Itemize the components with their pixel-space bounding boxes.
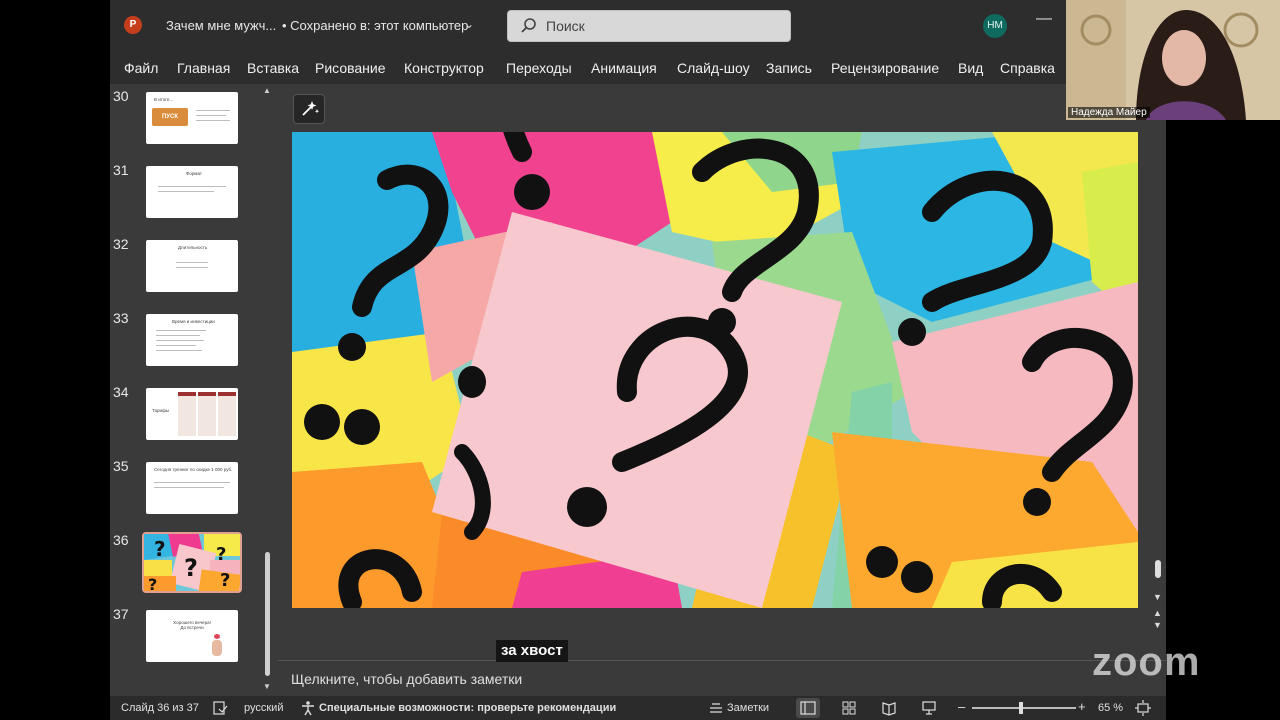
slide-number: 34: [113, 384, 129, 400]
notes-pane[interactable]: Щелкните, чтобы добавить заметки: [278, 660, 1166, 696]
next-slide-icon[interactable]: ▼: [1153, 620, 1162, 630]
slide-thumbnail-30[interactable]: В итоге... ПУСК: [146, 92, 238, 144]
slide-counter: Слайд 36 из 37: [121, 702, 199, 714]
svg-text:?: ?: [184, 554, 198, 582]
thumbnail-title: Сегодня тренинг по скидке 1 000 руб.: [154, 467, 233, 472]
zoom-logo-watermark: zoom: [1092, 640, 1201, 684]
slide-number: 30: [113, 88, 129, 104]
title-bar: P Зачем мне мужч... • Сохранено в: этот …: [110, 0, 1166, 50]
search-icon: [521, 18, 536, 33]
tab-view[interactable]: Вид: [958, 60, 983, 76]
normal-view-button[interactable]: [796, 698, 820, 718]
designer-sparkle-button[interactable]: [293, 94, 325, 124]
spell-check-icon[interactable]: [212, 700, 228, 716]
chevron-down-icon[interactable]: ⌄: [464, 17, 474, 31]
slide-number: 32: [113, 236, 129, 252]
slide-thumbnail-33[interactable]: Время и инвестиции: [146, 314, 238, 366]
accessibility-icon: [302, 701, 314, 716]
question-marks-sticky-notes-image: [292, 132, 1138, 608]
slide-thumbnail-36-selected[interactable]: ? ? ? ? ?: [142, 532, 242, 593]
sparkle-wand-icon: [302, 101, 320, 116]
participant-video-image: [1066, 0, 1280, 120]
slide-number: 31: [113, 162, 129, 178]
search-box[interactable]: [507, 10, 791, 42]
tab-help[interactable]: Справка: [1000, 60, 1055, 76]
slide-number: 37: [113, 606, 129, 622]
status-bar: Слайд 36 из 37 русский Специальные возмо…: [110, 696, 1166, 720]
tab-home[interactable]: Главная: [177, 60, 230, 76]
notes-placeholder[interactable]: Щелкните, чтобы добавить заметки: [291, 671, 522, 687]
accessibility-status[interactable]: Специальные возможности: проверьте реком…: [319, 702, 616, 714]
previous-slide-icon[interactable]: ▲: [1153, 608, 1162, 618]
minimize-icon[interactable]: —: [1036, 10, 1052, 32]
slide-canvas[interactable]: [292, 132, 1138, 608]
slideshow-icon[interactable]: [921, 700, 937, 716]
powerpoint-logo-icon: P: [124, 16, 142, 34]
editor-scrollbar[interactable]: ▼ ▲ ▼: [1152, 524, 1164, 644]
svg-text:?: ?: [148, 575, 157, 591]
powerpoint-window: P Зачем мне мужч... • Сохранено в: этот …: [110, 0, 1166, 720]
tab-slideshow[interactable]: Слайд-шоу: [677, 60, 750, 76]
slide-number: 33: [113, 310, 129, 326]
slide-thumbnail-35[interactable]: Сегодня тренинг по скидке 1 000 руб.: [146, 462, 238, 514]
scrollbar-thumb[interactable]: [265, 552, 270, 676]
zoom-slider-track[interactable]: [972, 702, 1076, 714]
svg-text:?: ?: [216, 544, 226, 565]
svg-text:?: ?: [154, 537, 166, 561]
zoom-in-icon[interactable]: +: [1078, 699, 1086, 714]
fit-slide-icon[interactable]: [1135, 699, 1151, 717]
zoom-slider-knob[interactable]: [1018, 702, 1023, 714]
language-indicator[interactable]: русский: [244, 702, 283, 714]
tab-file[interactable]: Файл: [124, 60, 158, 76]
thumbnail-title: Формат: [186, 171, 202, 176]
live-caption: за хвост: [496, 640, 568, 662]
scroll-down-icon[interactable]: ▼: [263, 682, 271, 691]
slide-thumbnail-31[interactable]: Формат: [146, 166, 238, 218]
thumbnail-scrollbar[interactable]: ▲ ▼: [262, 84, 272, 696]
slide-sorter-icon[interactable]: [841, 700, 857, 716]
slide-editor: ▼ ▲ ▼: [278, 84, 1166, 654]
slide-number: 36: [113, 532, 129, 548]
tab-insert[interactable]: Вставка: [247, 60, 299, 76]
save-status[interactable]: • Сохранено в: этот компьютер: [282, 18, 468, 33]
ribbon-tabs: Файл Главная Вставка Рисование Конструкт…: [110, 50, 1166, 84]
scroll-down-icon[interactable]: ▼: [1153, 592, 1162, 602]
participant-name: Надежда Майер: [1068, 107, 1150, 118]
reading-view-icon[interactable]: [881, 700, 897, 716]
user-avatar[interactable]: НМ: [983, 14, 1007, 38]
slide-thumbnail-pane: 30 В итоге... ПУСК 31 Формат 32 Длительн…: [110, 84, 271, 696]
normal-view-icon: [800, 701, 816, 715]
slide-number: 35: [113, 458, 129, 474]
svg-text:?: ?: [220, 570, 230, 591]
thumbnail-title: Хорошего вечера! До встречи: [173, 620, 211, 630]
zoom-out-icon[interactable]: –: [958, 699, 965, 714]
thumbnail-title: Длительность: [178, 245, 208, 250]
tab-draw[interactable]: Рисование: [315, 60, 386, 76]
tab-transitions[interactable]: Переходы: [506, 60, 572, 76]
tab-design[interactable]: Конструктор: [404, 60, 484, 76]
thumbnail-sticky-notes-image: ? ? ? ? ?: [144, 534, 240, 591]
scroll-up-icon[interactable]: ▲: [263, 86, 271, 95]
document-title[interactable]: Зачем мне мужч...: [166, 18, 276, 33]
slide-thumbnail-37[interactable]: Хорошего вечера! До встречи: [146, 610, 238, 662]
thumbnail-title: В итоге...: [154, 97, 174, 102]
thumbnail-title: Тарифы: [152, 408, 170, 413]
notes-button[interactable]: Заметки: [727, 702, 769, 714]
thumbnail-title: Время и инвестиции: [172, 319, 215, 324]
scrollbar-thumb[interactable]: [1155, 560, 1161, 578]
slide-thumbnail-32[interactable]: Длительность: [146, 240, 238, 292]
tab-review[interactable]: Рецензирование: [831, 60, 939, 76]
slide-thumbnail-34[interactable]: Тарифы: [146, 388, 238, 440]
tab-animations[interactable]: Анимация: [591, 60, 657, 76]
participant-video-tile[interactable]: [1066, 0, 1280, 120]
zoom-level[interactable]: 65 %: [1098, 702, 1123, 714]
tab-record[interactable]: Запись: [766, 60, 812, 76]
search-input[interactable]: [546, 15, 776, 37]
notes-icon: [710, 703, 722, 713]
start-badge-image: ПУСК: [152, 108, 188, 126]
